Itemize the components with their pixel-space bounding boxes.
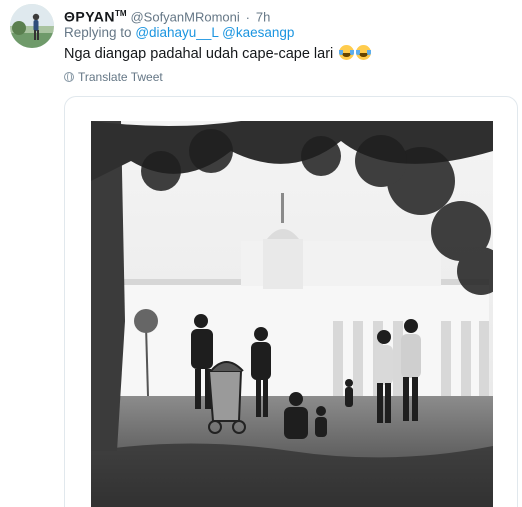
media-card[interactable] bbox=[64, 96, 518, 507]
tears-of-joy-emoji-1 bbox=[339, 45, 355, 60]
replying-to-line: Replying to @diahayu__L @kaesangp bbox=[64, 25, 294, 40]
display-name-mark: TM bbox=[115, 9, 127, 18]
tweet-timestamp[interactable]: 7h bbox=[256, 10, 270, 25]
tears-of-joy-emoji-2 bbox=[356, 45, 372, 60]
tweet-body: Nga diangap padahal udah cape-cape lari bbox=[64, 46, 334, 62]
user-avatar[interactable] bbox=[10, 4, 54, 48]
translate-label: Translate Tweet bbox=[78, 70, 163, 84]
tweet-text: Nga diangap padahal udah cape-cape lari bbox=[64, 45, 372, 62]
translate-tweet-link[interactable]: Translate Tweet bbox=[64, 70, 163, 84]
tweet-photo[interactable] bbox=[91, 121, 493, 507]
display-name[interactable]: ΘPYAN bbox=[64, 9, 115, 25]
tweet-header: ΘPYANTM @SofyanMRomoni · 7h bbox=[64, 5, 270, 27]
user-handle[interactable]: @SofyanMRomoni bbox=[130, 10, 239, 25]
tweet: ΘPYANTM @SofyanMRomoni · 7h Replying to … bbox=[0, 0, 522, 507]
globe-icon bbox=[64, 72, 74, 82]
replying-to-label: Replying to bbox=[64, 25, 132, 40]
reply-mention-diahayu[interactable]: @diahayu__L bbox=[135, 25, 218, 40]
reply-mention-kaesangp[interactable]: @kaesangp bbox=[222, 25, 294, 40]
separator-dot: · bbox=[245, 9, 250, 25]
